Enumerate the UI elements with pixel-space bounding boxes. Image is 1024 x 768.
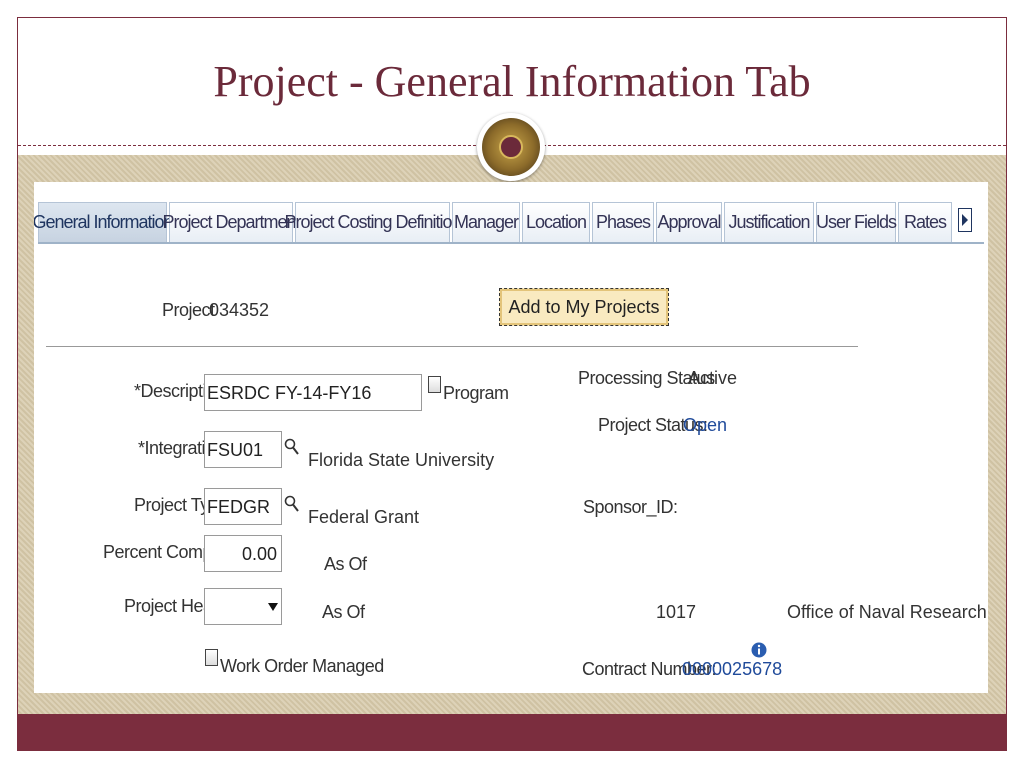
tab-approval[interactable]: Approval xyxy=(656,202,722,242)
slide: Project - General Information Tab Genera… xyxy=(17,17,1007,751)
integration-name: Florida State University xyxy=(308,450,495,470)
tab-user-fields[interactable]: User Fields xyxy=(816,202,897,242)
contract-number-link[interactable]: 0000025678 xyxy=(682,659,782,680)
tab-bar: General Information Project Department P… xyxy=(34,202,984,242)
percent-complete-as-of-label: As Of xyxy=(324,554,367,574)
integration-field[interactable]: FSU01 xyxy=(204,431,282,468)
sponsor-name: Office of Naval Research xyxy=(787,602,987,622)
tab-project-department[interactable]: Project Department xyxy=(162,202,301,242)
program-label: Program xyxy=(443,383,509,403)
program-checkbox[interactable] xyxy=(428,376,441,393)
integration-lookup-icon[interactable] xyxy=(284,438,300,456)
work-order-checkbox[interactable] xyxy=(205,649,218,666)
info-icon[interactable] xyxy=(751,642,767,658)
next-tab-arrow-icon[interactable] xyxy=(958,208,972,232)
tab-manager[interactable]: Manager xyxy=(452,202,520,242)
tab-project-costing-definition[interactable]: Project Costing Definition xyxy=(284,202,462,242)
form-divider xyxy=(46,346,858,347)
tab-rates[interactable]: Rates xyxy=(898,202,952,242)
project-label: Project xyxy=(162,300,215,320)
university-seal-icon xyxy=(477,113,545,181)
tab-underline xyxy=(38,242,984,244)
dropdown-arrow-icon[interactable] xyxy=(268,603,278,611)
tab-general-information[interactable]: General Information xyxy=(34,202,174,242)
tab-location[interactable]: Location xyxy=(522,202,590,242)
percent-complete-field[interactable]: 0.00 xyxy=(204,535,282,572)
project-status-value: Open xyxy=(683,415,728,435)
sponsor-id-label: Sponsor_ID: xyxy=(583,497,678,517)
project-health-as-of-label: As Of xyxy=(322,602,365,622)
slide-title: Project - General Information Tab xyxy=(213,57,811,106)
project-type-name: Federal Grant xyxy=(308,507,420,527)
work-order-label: Work Order Managed xyxy=(220,656,384,676)
description-field[interactable]: ESRDC FY-14-FY16 xyxy=(204,374,422,411)
sponsor-code: 1017 xyxy=(656,602,697,622)
project-type-lookup-icon[interactable] xyxy=(284,495,300,513)
bottom-bar xyxy=(18,714,1006,750)
tab-justification[interactable]: Justification xyxy=(724,202,814,242)
peoplesoft-screen: General Information Project Department P… xyxy=(34,182,988,693)
add-to-my-projects-button[interactable]: Add to My Projects xyxy=(499,288,669,326)
processing-status-value: Active xyxy=(688,368,738,388)
tab-phases[interactable]: Phases xyxy=(592,202,654,242)
project-id: 034352 xyxy=(209,300,270,320)
project-type-field[interactable]: FEDGR xyxy=(204,488,282,525)
